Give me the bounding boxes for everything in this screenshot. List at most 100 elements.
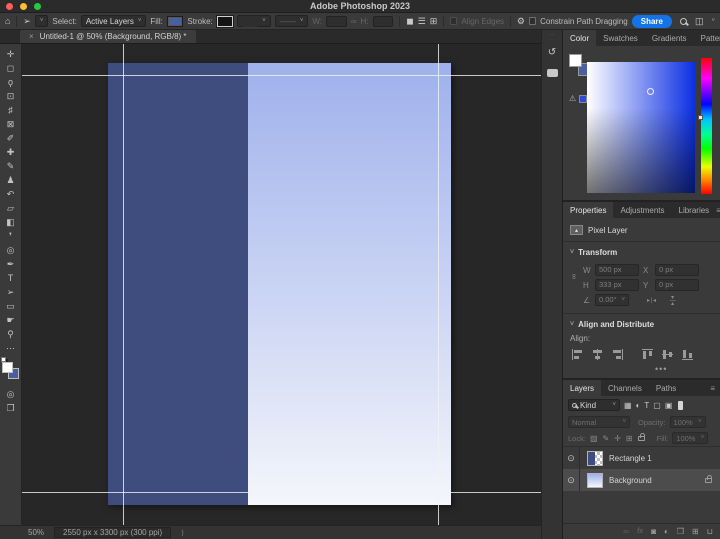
move-tool[interactable]: ✛ <box>0 47 22 61</box>
flip-vertical-icon[interactable]: ▸∣◂ <box>669 295 676 304</box>
tab-gradients[interactable]: Gradients <box>645 30 694 46</box>
align-center-horizontal-icon[interactable] <box>592 349 603 360</box>
web-safe-color-swatch[interactable] <box>579 94 588 103</box>
new-group-icon[interactable]: ❒ <box>677 527 684 536</box>
hand-tool[interactable]: ☛ <box>0 313 22 327</box>
lock-artboard-icon[interactable]: ⊞ <box>626 434 633 443</box>
width-field[interactable]: 500 px <box>595 264 639 276</box>
document[interactable] <box>108 63 451 505</box>
path-operations-icon[interactable]: ◼ <box>406 16 413 26</box>
close-tab-icon[interactable]: × <box>29 32 34 41</box>
align-section-header[interactable]: ˅ Align and Distribute <box>563 317 720 332</box>
y-field[interactable]: 0 px <box>655 279 699 291</box>
lock-image-pixels-icon[interactable]: ✎ <box>603 434 610 443</box>
document-info[interactable]: 2550 px x 3300 px (300 ppi) <box>54 527 172 538</box>
stroke-swatch[interactable] <box>216 15 234 27</box>
gamut-warning-icon[interactable]: ⚠ <box>569 94 576 103</box>
color-swatches[interactable] <box>0 357 21 383</box>
marquee-tool[interactable]: ◻ <box>0 61 22 75</box>
tab-adjustments[interactable]: Adjustments <box>613 202 671 218</box>
filter-kind-dropdown[interactable]: Kind ˅ <box>568 399 620 411</box>
rectangle-tool[interactable]: ▭ <box>0 299 22 313</box>
lock-position-icon[interactable]: ✛ <box>614 434 621 443</box>
align-bottom-icon[interactable] <box>682 349 693 360</box>
panel-menu-icon[interactable]: ≡ <box>710 380 720 396</box>
foreground-color-swatch[interactable] <box>1 362 13 373</box>
layer-name[interactable]: Rectangle 1 <box>609 454 652 463</box>
color-field[interactable] <box>587 62 695 193</box>
layer-filtering-switch[interactable] <box>678 400 684 410</box>
align-edges-checkbox[interactable] <box>450 17 458 25</box>
minimize-window-button[interactable] <box>20 3 27 10</box>
tab-layers[interactable]: Layers <box>563 380 602 396</box>
flip-horizontal-icon[interactable]: ▸∣◂ <box>647 297 656 304</box>
guide-vertical-left[interactable] <box>123 44 124 525</box>
dodge-tool[interactable]: ◎ <box>0 243 22 257</box>
link-dimensions-icon[interactable]: ∞ <box>569 274 578 280</box>
filter-smart-objects-icon[interactable]: ▣ <box>665 401 673 410</box>
guide-vertical-right[interactable] <box>438 44 439 525</box>
screen-mode-button[interactable]: ❐ <box>0 401 22 415</box>
tool-preset-chevron-icon[interactable]: ˅ <box>34 15 49 27</box>
tab-patterns[interactable]: Patterns <box>694 30 720 46</box>
history-brush-tool[interactable]: ↶ <box>0 187 22 201</box>
frame-tool[interactable]: ⊠ <box>0 117 22 131</box>
crop-tool[interactable]: ♯ <box>0 103 22 117</box>
close-window-button[interactable] <box>6 3 13 10</box>
visibility-eye-icon[interactable]: ⊙ <box>567 475 575 486</box>
guide-horizontal-bottom[interactable] <box>22 492 541 493</box>
zoom-tool[interactable]: ⚲ <box>0 327 22 341</box>
zoom-window-button[interactable] <box>34 3 41 10</box>
layer-row-rectangle-1[interactable]: ⊙ Rectangle 1 <box>563 447 720 469</box>
add-layer-mask-icon[interactable]: ◙ <box>651 527 656 536</box>
path-arrangement-icon[interactable]: ⊞ <box>430 16 438 26</box>
history-panel-icon[interactable]: ↺ <box>548 47 556 58</box>
align-left-icon[interactable] <box>572 349 583 360</box>
lock-transparent-pixels-icon[interactable]: ▨ <box>590 434 598 443</box>
layer-thumbnail[interactable] <box>587 472 603 488</box>
eyedropper-tool[interactable]: ✐ <box>0 131 22 145</box>
select-mode-dropdown[interactable]: Active Layers ˅ <box>80 15 147 27</box>
align-more-options[interactable]: ••• <box>563 362 720 374</box>
rectangle-layer-shape[interactable] <box>108 63 248 505</box>
stroke-width-dropdown[interactable]: ˅ <box>237 15 271 27</box>
lock-all-icon[interactable] <box>637 432 645 441</box>
fill-dropdown[interactable]: 100% ˅ <box>672 432 709 444</box>
filter-pixel-layers-icon[interactable]: ▦ <box>624 401 632 410</box>
align-middle-vertical-icon[interactable] <box>662 349 673 360</box>
hue-slider-marker[interactable] <box>698 115 703 121</box>
path-selection-tool[interactable]: ➢ <box>0 285 22 299</box>
visibility-eye-icon[interactable]: ⊙ <box>567 453 575 464</box>
width-field[interactable] <box>325 15 347 27</box>
object-selection-tool[interactable]: ⊡ <box>0 89 22 103</box>
tab-libraries[interactable]: Libraries <box>672 202 717 218</box>
document-tab[interactable]: × Untitled-1 @ 50% (Background, RGB/8) * <box>20 30 196 43</box>
blur-tool[interactable]: ❜ <box>0 229 22 243</box>
adjustment-layer-icon[interactable]: ◐ <box>664 527 669 536</box>
status-chevron-icon[interactable]: ⟩ <box>181 529 184 537</box>
hue-slider[interactable] <box>698 58 712 194</box>
share-button[interactable]: Share <box>631 14 672 28</box>
align-right-icon[interactable] <box>612 349 623 360</box>
rotation-field[interactable]: 0.00° ˅ <box>595 294 629 306</box>
edit-toolbar-button[interactable]: ⋯ <box>0 341 22 355</box>
quick-mask-button[interactable]: ◎ <box>0 387 22 401</box>
gear-icon[interactable]: ⚙ <box>517 16 525 26</box>
link-layers-icon[interactable]: ∞ <box>623 527 629 536</box>
height-field[interactable]: 333 px <box>595 279 639 291</box>
home-icon[interactable]: ⌂ <box>5 16 10 26</box>
tab-channels[interactable]: Channels <box>601 380 649 396</box>
layer-name[interactable]: Background <box>609 476 652 485</box>
link-dimensions-icon[interactable]: ∞ <box>351 17 357 26</box>
dock-grip[interactable]: ∙∙ <box>549 32 554 38</box>
new-layer-icon[interactable]: ⊞ <box>692 527 699 536</box>
layer-thumbnail[interactable] <box>587 450 603 466</box>
layer-row-background[interactable]: ⊙ Background <box>563 469 720 491</box>
tab-paths[interactable]: Paths <box>649 380 683 396</box>
lasso-tool[interactable]: ϙ <box>0 75 22 89</box>
eraser-tool[interactable]: ▱ <box>0 201 22 215</box>
brush-tool[interactable]: ✎ <box>0 159 22 173</box>
comments-panel-icon[interactable] <box>546 69 558 77</box>
filter-adjustment-layers-icon[interactable]: ◐ <box>636 401 641 410</box>
color-field-marker[interactable] <box>647 88 654 95</box>
